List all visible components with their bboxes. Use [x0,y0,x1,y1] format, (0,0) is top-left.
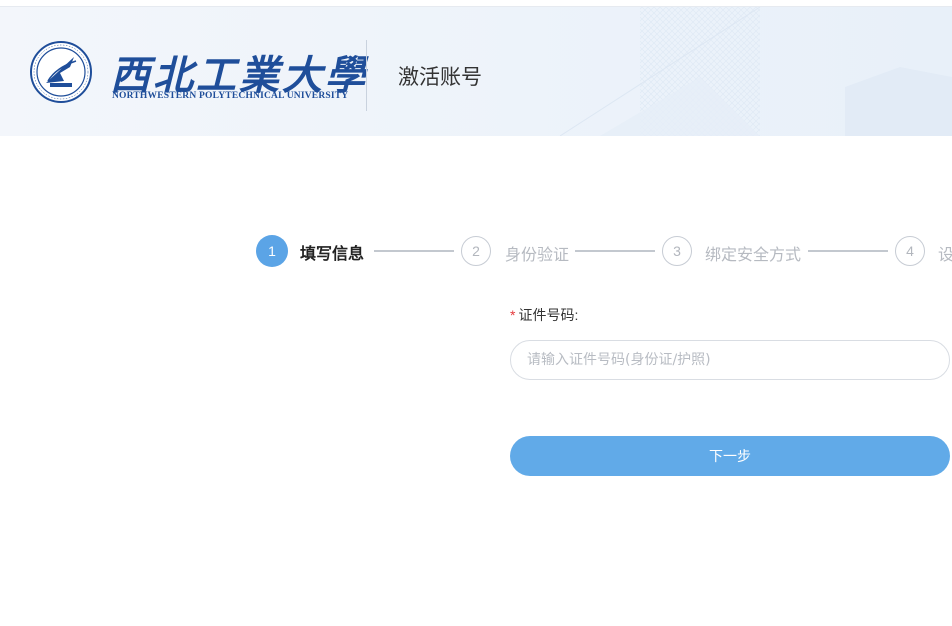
step-1-label: 填写信息 [300,244,365,263]
page-header: 西北工業大學 NORTHWESTERN POLYTECHNICAL UNIVER… [0,7,952,136]
id-number-label: * 证件号码: [510,305,578,325]
step-2-label: 身份验证 [505,245,570,264]
id-number-input[interactable] [510,340,950,380]
page-title: 激活账号 [398,65,482,89]
top-border [0,0,952,7]
header-divider [366,40,367,111]
step-connector [808,250,888,252]
step-4-label: 设 [938,245,952,264]
step-connector [575,250,655,252]
step-4-circle: 4 [895,236,925,266]
step-connector [374,250,454,252]
university-emblem-icon [30,41,92,103]
step-2-circle: 2 [461,236,491,266]
step-1-circle: 1 [256,235,288,267]
id-number-label-text: 证件号码: [518,307,579,323]
next-step-button[interactable]: 下一步 [510,436,950,476]
required-mark: * [510,307,516,323]
university-name-en: NORTHWESTERN POLYTECHNICAL UNIVERSITY [112,91,349,101]
step-3-label: 绑定安全方式 [705,245,802,264]
step-3-circle: 3 [662,236,692,266]
